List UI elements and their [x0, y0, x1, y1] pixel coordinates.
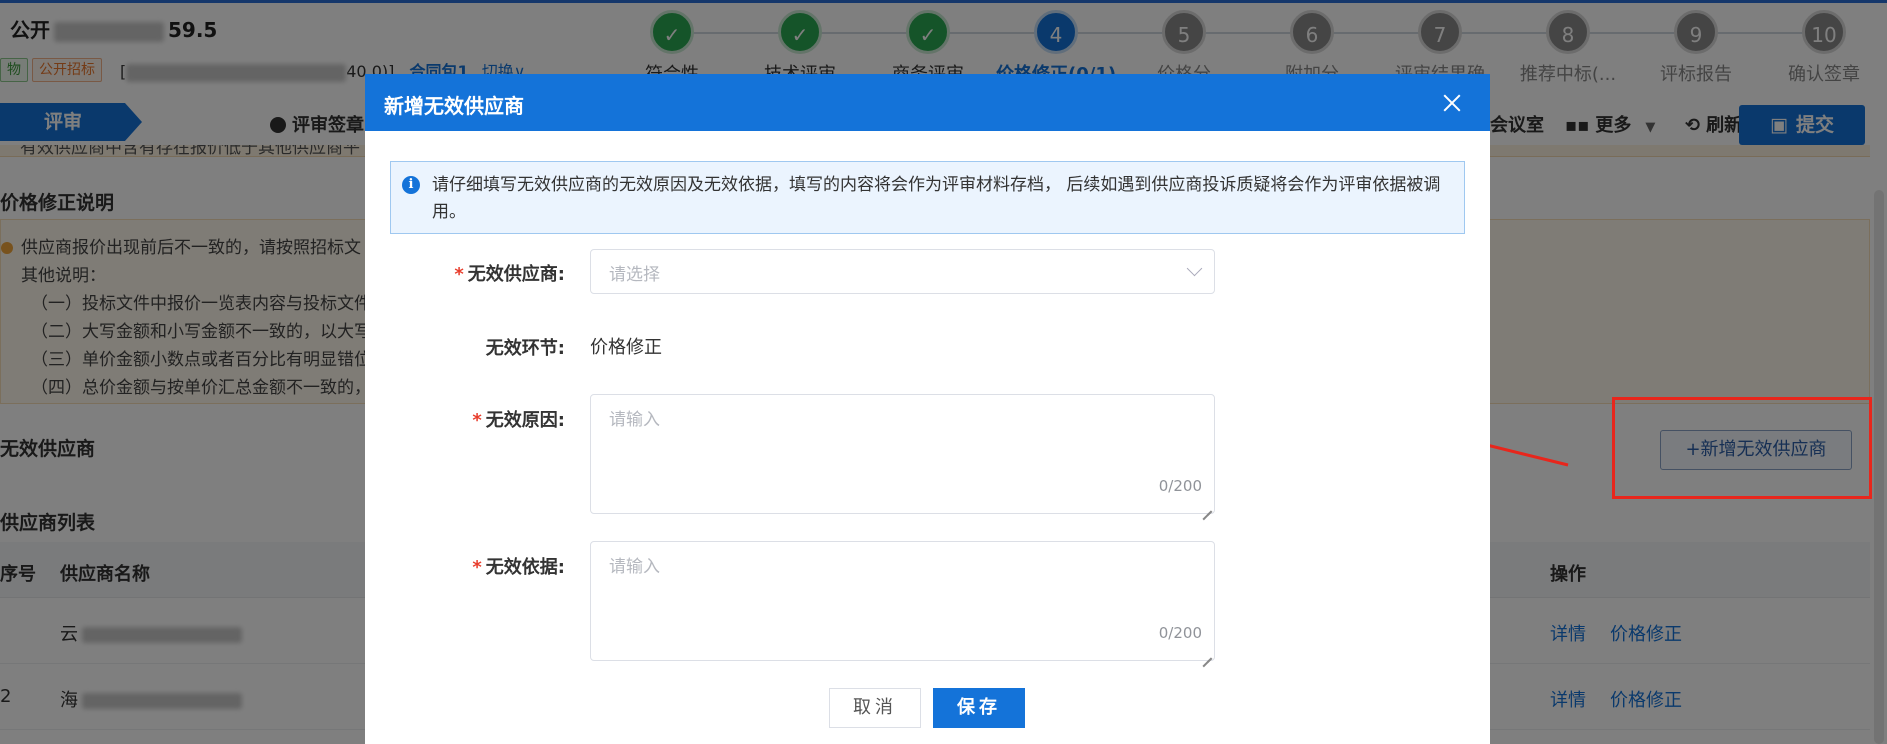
reason-char-counter: 0/200 — [1158, 477, 1202, 495]
annotation-highlight-box — [1612, 397, 1872, 499]
info-icon: i — [402, 176, 420, 194]
select-placeholder: 请选择 — [609, 265, 660, 285]
reason-placeholder: 请输入 — [609, 410, 660, 430]
dialog-title: 新增无效供应商 — [384, 94, 524, 118]
resize-handle-icon[interactable] — [1203, 649, 1212, 658]
save-button[interactable]: 保存 — [933, 688, 1025, 728]
invalid-supplier-select[interactable]: 请选择 — [590, 249, 1215, 294]
resize-handle-icon[interactable] — [1203, 502, 1212, 511]
stage-value: 价格修正 — [590, 337, 662, 358]
basis-placeholder: 请输入 — [609, 557, 660, 577]
supplier-label: * 无效供应商: — [454, 264, 565, 285]
stage-label: 无效环节: — [485, 338, 565, 359]
notice-text: 请仔细填写无效供应商的无效原因及无效依据，填写的内容将会作为评审材料存档， 后续… — [432, 175, 1441, 222]
close-icon[interactable] — [1442, 93, 1462, 113]
dialog-header: 新增无效供应商 — [365, 74, 1490, 131]
invalid-basis-textarea[interactable]: 请输入 0/200 — [590, 541, 1215, 661]
chevron-down-icon — [1186, 260, 1203, 277]
basis-label: * 无效依据: — [472, 557, 565, 578]
cancel-button[interactable]: 取消 — [829, 688, 921, 728]
basis-char-counter: 0/200 — [1158, 624, 1202, 642]
reason-label: * 无效原因: — [472, 410, 565, 431]
invalid-reason-textarea[interactable]: 请输入 0/200 — [590, 394, 1215, 514]
notice-box: i 请仔细填写无效供应商的无效原因及无效依据，填写的内容将会作为评审材料存档， … — [390, 161, 1465, 234]
add-invalid-supplier-dialog: 新增无效供应商 i 请仔细填写无效供应商的无效原因及无效依据，填写的内容将会作为… — [365, 74, 1490, 744]
